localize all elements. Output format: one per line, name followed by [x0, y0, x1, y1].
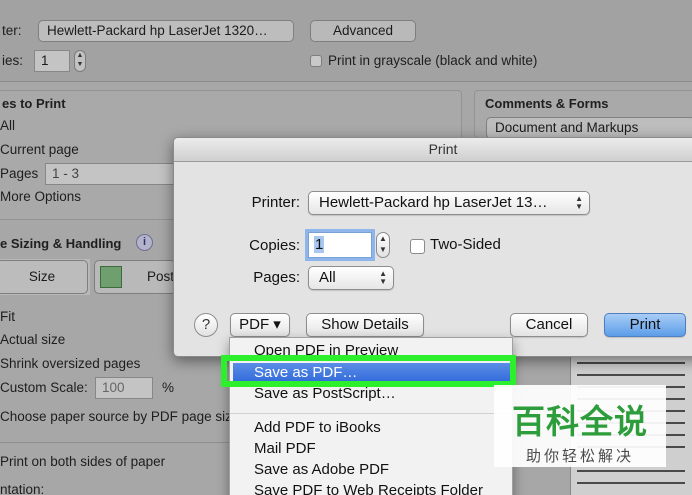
help-button[interactable]: ? — [194, 313, 218, 337]
bg-pages-range-field[interactable]: 1 - 3 — [45, 163, 175, 185]
copies-label: Copies: — [249, 237, 300, 254]
bg-advanced-button[interactable]: Advanced — [310, 20, 416, 42]
copies-stepper[interactable]: ▲ ▼ — [376, 232, 390, 258]
bg-grayscale-checkbox[interactable] — [310, 55, 322, 67]
bg-orientation-label: ntation: — [0, 482, 45, 495]
bg-both-sides[interactable]: Print on both sides of paper — [0, 454, 165, 469]
pdf-menu-button[interactable]: PDF ▾ — [230, 313, 290, 337]
bg-actual-size[interactable]: Actual size — [0, 332, 65, 347]
cancel-button[interactable]: Cancel — [510, 313, 588, 337]
watermark-logo: 百科全说 助你轻松解决 — [494, 385, 666, 467]
bg-pages-all[interactable]: All — [0, 118, 15, 133]
bg-custom-scale-label: Custom Scale: — [0, 380, 88, 395]
copies-field[interactable]: 1 — [308, 232, 372, 258]
bg-comments-value: Document and Markups — [495, 120, 639, 135]
bg-copies-stepper[interactable]: ▲ ▼ — [74, 50, 86, 72]
bg-more-options[interactable]: More Options — [0, 189, 81, 204]
pages-value: All — [319, 269, 336, 286]
watermark-sub: 助你轻松解决 — [525, 448, 634, 465]
popup-arrows-icon: ▲ ▼ — [575, 194, 583, 211]
print-dialog-title: Print — [174, 138, 692, 162]
copies-value: 1 — [314, 236, 325, 253]
printer-select[interactable]: Hewlett-Packard hp LaserJet 13… ▲ ▼ — [308, 191, 590, 215]
pages-label: Pages: — [253, 269, 300, 286]
menu-separator — [230, 413, 514, 414]
bg-shrink[interactable]: Shrink oversized pages — [0, 356, 140, 371]
bg-fit[interactable]: Fit — [0, 309, 15, 324]
menu-item-save-as-postscript[interactable]: Save as PostScript… — [254, 385, 396, 402]
bg-divider — [0, 442, 230, 443]
bg-printer-select[interactable]: Hewlett-Packard hp LaserJet 1320… — [38, 20, 294, 42]
bg-printer-value: Hewlett-Packard hp LaserJet 1320… — [47, 23, 268, 38]
bg-copies-field[interactable]: 1 — [34, 50, 70, 72]
bg-poster-label: Post — [147, 269, 175, 284]
two-sided-checkbox[interactable] — [410, 239, 425, 254]
popup-arrows-icon: ▲ ▼ — [379, 269, 387, 286]
bg-printer-label: ter: — [2, 23, 22, 38]
bg-grayscale-label: Print in grayscale (black and white) — [328, 53, 538, 68]
two-sided-label: Two-Sided — [430, 236, 501, 253]
bg-comments-heading: Comments & Forms — [485, 96, 609, 111]
bg-pages-heading: es to Print — [2, 96, 66, 111]
menu-item-add-to-ibooks[interactable]: Add PDF to iBooks — [254, 419, 381, 436]
print-button[interactable]: Print — [604, 313, 686, 337]
menu-item-mail-pdf[interactable]: Mail PDF — [254, 440, 316, 457]
bg-pages-label[interactable]: Pages — [0, 166, 38, 181]
bg-custom-scale-field[interactable]: 100 — [95, 377, 153, 399]
highlight-annotation-box — [221, 355, 516, 387]
menu-item-save-to-web-receipts[interactable]: Save PDF to Web Receipts Folder — [254, 482, 483, 495]
info-icon[interactable]: i — [136, 234, 153, 251]
bg-sizing-heading: e Sizing & Handling — [0, 236, 122, 251]
bg-comments-select[interactable]: Document and Markups — [486, 117, 692, 139]
printer-label: Printer: — [251, 194, 300, 211]
menu-item-save-as-adobe-pdf[interactable]: Save as Adobe PDF — [254, 461, 389, 478]
bg-copies-label: ies: — [2, 53, 24, 68]
bg-pages-current[interactable]: Current page — [0, 142, 79, 157]
bg-paper-source[interactable]: Choose paper source by PDF page siz — [0, 409, 232, 424]
printer-value: Hewlett-Packard hp LaserJet 13… — [319, 194, 548, 211]
bg-size-button[interactable]: Size — [0, 260, 88, 294]
pages-select[interactable]: All ▲ ▼ — [308, 266, 394, 290]
show-details-button[interactable]: Show Details — [306, 313, 424, 337]
bg-percent: % — [162, 380, 175, 395]
print-dialog: Print Printer: Hewlett-Packard hp LaserJ… — [173, 137, 692, 357]
watermark-main: 百科全说 — [512, 403, 648, 440]
poster-icon — [100, 266, 122, 288]
